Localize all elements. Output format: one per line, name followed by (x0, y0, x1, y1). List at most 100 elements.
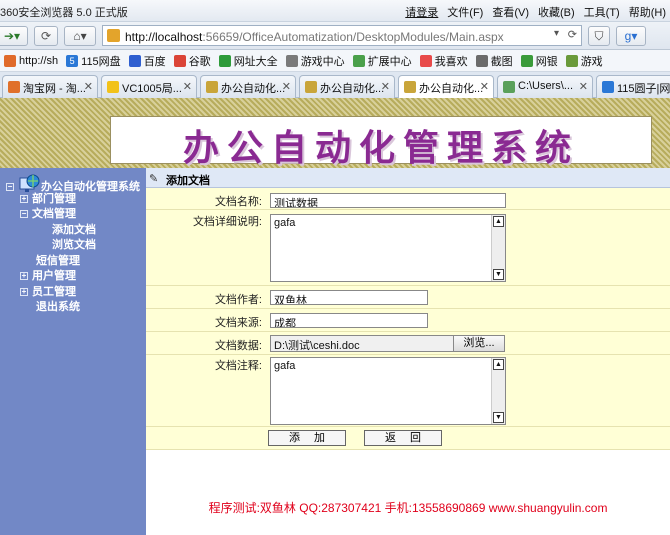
close-icon[interactable]: ✕ (183, 80, 192, 93)
fav-item[interactable]: 百度 (128, 53, 166, 69)
login-link[interactable]: 请登录 (405, 4, 438, 20)
menu-view[interactable]: 查看(V) (492, 4, 529, 20)
scrollbar[interactable]: ▲ ▼ (491, 358, 505, 424)
browser-tab[interactable]: 办公自动化... ✕ (200, 75, 296, 98)
browser-tab[interactable]: C:\Users\... ✕ (497, 75, 593, 98)
add-button[interactable]: 添加 (268, 430, 346, 446)
site-icon (107, 29, 120, 42)
page-icon (206, 81, 218, 93)
expand-icon[interactable]: + (20, 272, 28, 280)
sidebar-item-users[interactable]: + 用户管理 (6, 267, 140, 283)
home-button[interactable]: ⌂▾ (64, 26, 96, 46)
fav-label: 扩展中心 (367, 55, 412, 68)
note-row: 文档注释: gafa ▲ ▼ (146, 355, 670, 427)
close-icon[interactable]: ✕ (480, 80, 489, 93)
close-icon[interactable]: ✕ (579, 80, 588, 93)
panel-header: ✎ 添加文档 (146, 168, 670, 188)
file-row: 文档数据: D:\测试\ceshi.doc 浏览... (146, 332, 670, 355)
fav-item[interactable]: 扩展中心 (352, 53, 412, 69)
doc-file-input[interactable]: D:\测试\ceshi.doc (270, 335, 454, 352)
scroll-up-icon[interactable]: ▲ (493, 216, 504, 227)
shield-button[interactable]: ⛉ (588, 26, 610, 46)
file-label: 文档数据: (214, 340, 262, 352)
menu-file[interactable]: 文件(F) (447, 4, 483, 20)
bank-icon (520, 54, 533, 67)
note-text: gafa (274, 360, 296, 372)
game-icon (565, 54, 578, 67)
fav-item[interactable]: 我喜欢 (419, 53, 468, 69)
heart-icon (419, 54, 432, 67)
favorites-bar: http://sh 5 115网盘 百度 谷歌 网址大全 游戏中心 扩展中心 我喜… (0, 50, 670, 72)
home-icon: ⌂▾ (73, 29, 87, 43)
menu-tools[interactable]: 工具(T) (584, 4, 620, 20)
panel-title: 添加文档 (166, 175, 210, 187)
forward-arrow-icon: ➔▾ (3, 29, 21, 43)
fav-label: 网银 (535, 55, 558, 68)
fav-label: 游戏 (580, 55, 603, 68)
sidebar-item-label: 退出系统 (36, 301, 80, 313)
doc-note-textarea[interactable]: gafa ▲ ▼ (270, 357, 506, 425)
sidebar-item-add-document[interactable]: 添加文档 (6, 221, 140, 237)
detail-row: 文档详细说明: gafa ▲ ▼ (146, 210, 670, 286)
collapse-icon[interactable]: − (20, 210, 28, 218)
refresh-button[interactable]: ⟳ (34, 26, 58, 46)
fav-label: http://sh (19, 54, 59, 67)
scroll-down-icon[interactable]: ▼ (493, 269, 504, 280)
doc-author-input[interactable]: 双鱼林 (270, 290, 428, 305)
sidebar-item-browse-documents[interactable]: 浏览文档 (6, 236, 140, 252)
browser-tab-active[interactable]: 办公自动化... ✕ (398, 75, 494, 99)
close-icon[interactable]: ✕ (84, 80, 93, 93)
web-page: 办公自动化管理系统 − 办公自动化管理系统 + 部门管理 − 文档管理 添加文档 浏览… (0, 98, 670, 535)
browser-tab[interactable]: 115圆子|网... (596, 75, 670, 98)
tree-root[interactable]: − 办公自动化管理系统 (6, 174, 140, 193)
banner-title: 办公自动化管理系统 (182, 127, 579, 169)
close-icon[interactable]: ✕ (282, 80, 291, 93)
sidebar-item-label: 部门管理 (32, 192, 76, 205)
fav-item[interactable]: 5 115网盘 (66, 53, 121, 69)
sidebar-item-department[interactable]: + 部门管理 (6, 190, 140, 206)
expand-icon[interactable]: + (20, 194, 28, 203)
back-button[interactable]: 返回 (364, 430, 442, 446)
doc-name-input[interactable]: 测试数据 (270, 193, 506, 208)
menu-help[interactable]: 帮助(H) (629, 4, 666, 20)
fav-label: 网址大全 (233, 55, 278, 68)
browser-tab[interactable]: 淘宝网 - 淘... ✕ (2, 75, 98, 98)
sidebar-item-label: 添加文档 (52, 223, 96, 236)
fav-item[interactable]: http://sh (4, 54, 59, 67)
close-icon[interactable]: ✕ (381, 80, 390, 93)
fav-item[interactable]: 游戏 (565, 53, 603, 69)
sidebar-item-label: 短信管理 (36, 254, 80, 267)
fav-item[interactable]: 谷歌 (173, 53, 211, 69)
scroll-down-icon[interactable]: ▼ (493, 412, 504, 423)
search-engine-button[interactable]: g▾ (616, 26, 646, 46)
fav-item[interactable]: 网址大全 (218, 53, 278, 69)
url-input[interactable]: http://localhost:56659/OfficeAutomatizat… (102, 25, 582, 46)
browser-title: 360安全浏览器 5.0 正式版 (0, 7, 128, 19)
menu-favorites[interactable]: 收藏(B) (538, 4, 575, 20)
fav-item[interactable]: 截图 (475, 53, 513, 69)
browser-tab[interactable]: VC1005局... ✕ (101, 75, 197, 98)
page-icon (4, 54, 16, 67)
doc-detail-textarea[interactable]: gafa ▲ ▼ (270, 214, 506, 282)
forward-button[interactable]: ➔▾ (0, 26, 28, 46)
fav-item[interactable]: 游戏中心 (285, 53, 345, 69)
browser-tab[interactable]: 办公自动化... ✕ (299, 75, 395, 98)
reload-icon[interactable]: ⟳ (568, 28, 577, 41)
doc-source-input[interactable]: 成都 (270, 313, 428, 328)
sidebar-item-sms[interactable]: 短信管理 (6, 252, 140, 268)
fav-label: 我喜欢 (434, 55, 468, 68)
expand-icon[interactable]: + (20, 287, 28, 296)
sidebar-item-staff[interactable]: + 员工管理 (6, 283, 140, 299)
url-text: http://localhost:56659/OfficeAutomatizat… (125, 30, 504, 44)
sidebar-item-label: 浏览文档 (52, 239, 96, 251)
chevron-down-icon[interactable]: ▾ (554, 28, 559, 39)
sidebar-item-logout[interactable]: 退出系统 (6, 298, 140, 314)
note-label: 文档注释: (214, 360, 262, 372)
scroll-up-icon[interactable]: ▲ (493, 359, 504, 370)
tab-label: 办公自动化... (419, 83, 484, 95)
scrollbar[interactable]: ▲ ▼ (491, 215, 505, 281)
sidebar-item-label: 文档管理 (32, 208, 76, 220)
browse-button[interactable]: 浏览... (453, 335, 505, 352)
sidebar-item-documents[interactable]: − 文档管理 (6, 205, 140, 221)
fav-item[interactable]: 网银 (520, 53, 558, 69)
